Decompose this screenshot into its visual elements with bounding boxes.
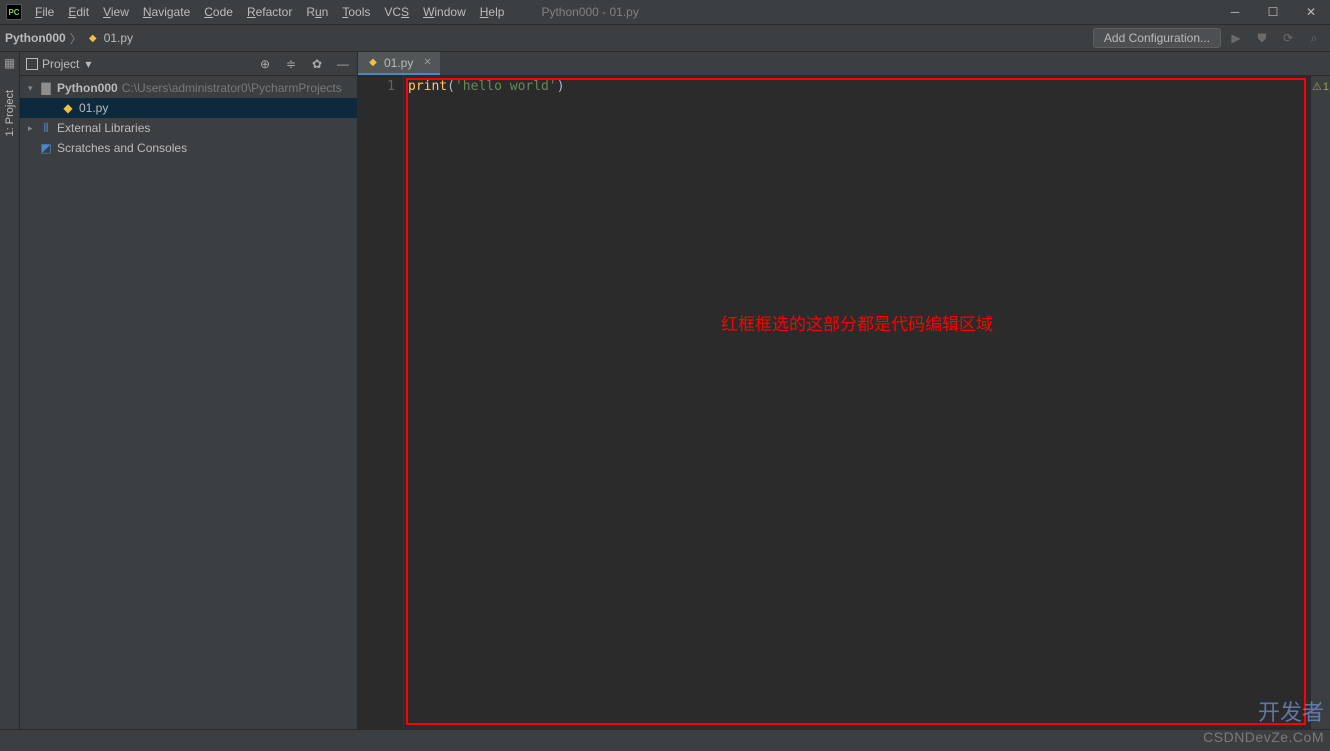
- line-number-1: 1: [366, 79, 395, 94]
- menu-view[interactable]: View: [96, 2, 136, 22]
- menu-run[interactable]: Run: [299, 2, 335, 22]
- menu-edit[interactable]: Edit: [61, 2, 96, 22]
- run-icon[interactable]: ▶: [1225, 27, 1247, 49]
- external-libraries-label: External Libraries: [57, 121, 150, 135]
- token-rparen: ): [557, 79, 565, 94]
- menu-refactor[interactable]: Refactor: [240, 2, 299, 22]
- tab-01py[interactable]: ◆ 01.py ✕: [358, 52, 440, 75]
- project-tool-window: Project ▾ ⊕ ≑ ✿ — ▾ ▇ Python000 C:\Users…: [20, 52, 358, 729]
- close-button[interactable]: ✕: [1292, 0, 1330, 25]
- gutter: 1: [358, 76, 404, 729]
- code-line-1[interactable]: print('hello world'): [404, 76, 1310, 97]
- python-file-icon: ◆: [86, 31, 100, 45]
- navbar: Python000 〉 ◆ 01.py Add Configuration...…: [0, 25, 1330, 52]
- code-editor[interactable]: 1 print('hello world') 红框框选的这部分都是代码编辑区域 …: [358, 76, 1330, 729]
- scratches-icon: ◩: [38, 141, 54, 155]
- watermark-bottom: CSDNDevZe.CoM: [1203, 729, 1324, 745]
- window-title: Python000 - 01.py: [541, 5, 638, 19]
- project-view-icon: [26, 58, 38, 70]
- python-file-icon: ◆: [60, 101, 76, 115]
- token-function: print: [408, 79, 447, 94]
- project-dropdown-icon[interactable]: ▾: [85, 57, 91, 71]
- app-icon: PC: [6, 4, 22, 20]
- tree-external-libraries[interactable]: ▸ ⫴ External Libraries: [20, 118, 357, 138]
- project-tree: ▾ ▇ Python000 C:\Users\administrator0\Py…: [20, 76, 357, 729]
- editor-tabs: ◆ 01.py ✕: [358, 52, 1330, 76]
- tree-scratches[interactable]: ◩ Scratches and Consoles: [20, 138, 357, 158]
- main-menu: File Edit View Navigate Code Refactor Ru…: [28, 2, 511, 22]
- project-strip-label[interactable]: 1: Project: [4, 90, 16, 136]
- editor-area: ◆ 01.py ✕ 1 print('hello world') 红框框选的这部…: [358, 52, 1330, 729]
- minimize-button[interactable]: ─: [1216, 0, 1254, 25]
- project-tool-header: Project ▾ ⊕ ≑ ✿ —: [20, 52, 357, 76]
- tab-close-icon[interactable]: ✕: [423, 57, 431, 68]
- tree-file-01py[interactable]: ◆ 01.py: [20, 98, 357, 118]
- python-file-icon: ◆: [366, 56, 380, 70]
- token-string: 'hello world': [455, 79, 557, 94]
- menu-code[interactable]: Code: [197, 2, 240, 22]
- token-lparen: (: [447, 79, 455, 94]
- breadcrumb-separator: 〉: [70, 30, 82, 47]
- menu-window[interactable]: Window: [416, 2, 473, 22]
- folder-icon: ▇: [38, 81, 54, 95]
- add-configuration-button[interactable]: Add Configuration...: [1093, 28, 1221, 48]
- hide-icon[interactable]: —: [335, 57, 351, 71]
- menu-tools[interactable]: Tools: [335, 2, 377, 22]
- tree-project-root[interactable]: ▾ ▇ Python000 C:\Users\administrator0\Py…: [20, 78, 357, 98]
- maximize-button[interactable]: ☐: [1254, 0, 1292, 25]
- warning-count: 1: [1323, 81, 1329, 93]
- search-icon[interactable]: ⌕: [1303, 27, 1325, 49]
- libraries-icon: ⫴: [38, 121, 54, 136]
- debug-icon[interactable]: ⛊: [1251, 27, 1273, 49]
- project-path: C:\Users\administrator0\PycharmProjects: [122, 81, 342, 95]
- statusbar: [0, 729, 1330, 751]
- tab-label: 01.py: [384, 56, 413, 70]
- project-tool-title[interactable]: Project: [42, 57, 79, 71]
- scratches-label: Scratches and Consoles: [57, 141, 187, 155]
- breadcrumb: Python000 〉 ◆ 01.py: [5, 30, 133, 47]
- collapse-arrow-icon[interactable]: ▸: [28, 123, 38, 134]
- locate-icon[interactable]: ⊕: [257, 57, 273, 71]
- expand-arrow-icon[interactable]: ▾: [28, 83, 38, 94]
- menu-vcs[interactable]: VCS: [377, 2, 416, 22]
- titlebar: PC File Edit View Navigate Code Refactor…: [0, 0, 1330, 25]
- tree-file-label: 01.py: [79, 101, 108, 115]
- breadcrumb-file[interactable]: 01.py: [104, 31, 133, 45]
- collapse-icon[interactable]: ≑: [283, 57, 299, 71]
- annotation-red-box: [406, 78, 1306, 725]
- menu-help[interactable]: Help: [473, 2, 512, 22]
- project-name: Python000: [57, 81, 118, 95]
- menu-file[interactable]: File: [28, 2, 61, 22]
- annotation-text: 红框框选的这部分都是代码编辑区域: [721, 310, 993, 335]
- editor-right-gutter: ⚠1: [1310, 76, 1330, 729]
- warnings-indicator[interactable]: ⚠1: [1312, 80, 1329, 93]
- left-tool-strip: ▦ 1: Project: [0, 52, 20, 729]
- update-icon[interactable]: ⟳: [1277, 27, 1299, 49]
- breadcrumb-project[interactable]: Python000: [5, 31, 66, 45]
- settings-icon[interactable]: ✿: [309, 57, 325, 71]
- structure-icon[interactable]: ▦: [4, 56, 15, 70]
- menu-navigate[interactable]: Navigate: [136, 2, 197, 22]
- watermark-top: 开发者: [1258, 695, 1324, 727]
